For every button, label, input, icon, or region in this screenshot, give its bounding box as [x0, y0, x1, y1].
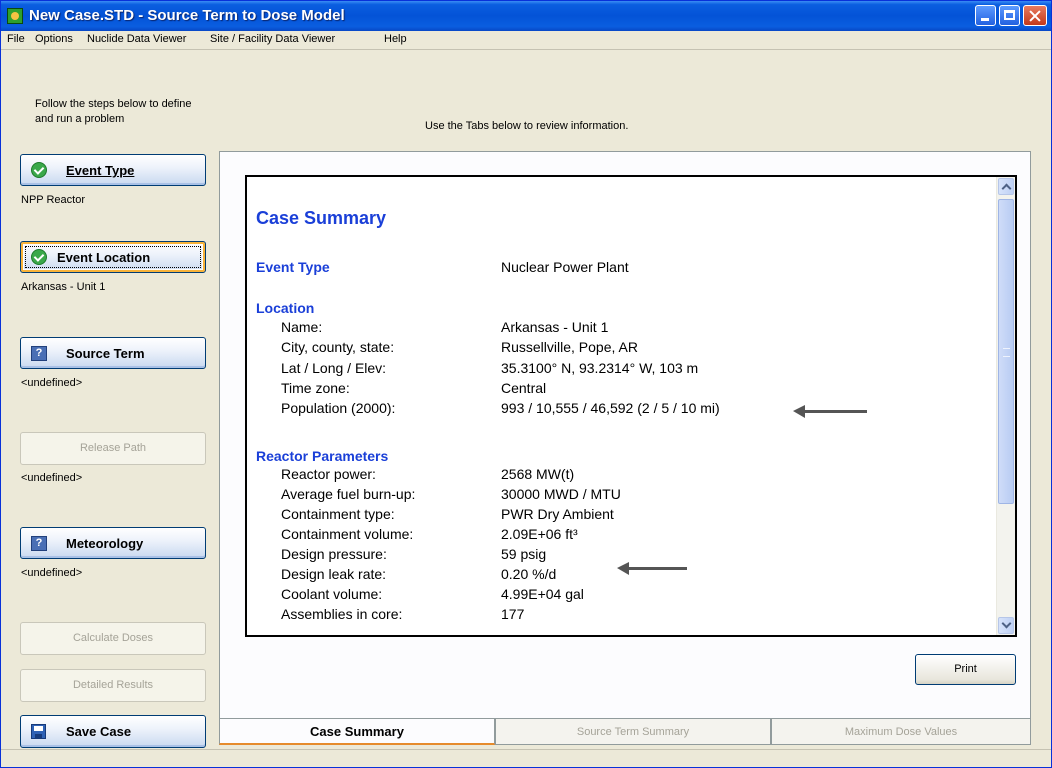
row-label: Name: [281, 319, 323, 335]
row-label: Assemblies in core: [281, 606, 403, 622]
reactor-parameters-heading: Reactor Parameters [256, 448, 389, 464]
menu-bar: File Options Nuclide Data Viewer Site / … [1, 31, 1051, 50]
app-window: New Case.STD - Source Term to Dose Model… [0, 0, 1052, 768]
row-value: PWR Dry Ambient [501, 506, 614, 522]
row-label: City, county, state: [281, 339, 395, 355]
close-button[interactable] [1023, 5, 1047, 26]
row-value: Central [501, 380, 547, 396]
row-value: 2.09E+06 ft³ [501, 526, 578, 542]
tab-source-term-summary[interactable]: Source Term Summary [495, 719, 771, 745]
scroll-up-arrow-icon[interactable] [998, 178, 1014, 195]
row-label: Coolant volume: [281, 586, 383, 602]
detailed-results-button[interactable]: Detailed Results [20, 669, 206, 702]
check-icon [31, 249, 47, 265]
menu-site-facility-data-viewer[interactable]: Site / Facility Data Viewer [210, 33, 335, 45]
source-term-button[interactable]: ? Source Term [20, 337, 206, 369]
event-type-heading: Event Type [256, 259, 330, 275]
question-icon: ? [31, 346, 47, 361]
menu-help[interactable]: Help [384, 33, 407, 45]
event-type-label: Event Type [66, 163, 135, 178]
location-heading: Location [256, 300, 315, 316]
window-title: New Case.STD - Source Term to Dose Model [29, 7, 345, 24]
event-location-value: Arkansas - Unit 1 [21, 281, 106, 293]
question-icon: ? [31, 536, 47, 551]
save-case-button[interactable]: Save Case [20, 715, 206, 748]
steps-instructions: Follow the steps below to define and run… [35, 98, 192, 125]
release-path-button[interactable]: Release Path [20, 432, 206, 465]
event-type-value: NPP Reactor [21, 194, 85, 206]
row-label: Design pressure: [281, 546, 387, 562]
row-value: 177 [501, 606, 525, 622]
row-value: Arkansas - Unit 1 [501, 319, 609, 335]
row-label: Containment volume: [281, 526, 414, 542]
row-label: Average fuel burn-up: [281, 486, 416, 502]
scroll-down-arrow-icon[interactable] [998, 617, 1014, 634]
row-label: Design leak rate: [281, 566, 387, 582]
calculate-doses-button[interactable]: Calculate Doses [20, 622, 206, 655]
doc-title: Case Summary [256, 208, 387, 228]
title-bar[interactable]: New Case.STD - Source Term to Dose Model [1, 1, 1051, 31]
row-value: 35.3100° N, 93.2314° W, 103 m [501, 360, 699, 376]
row-value: Russellville, Pope, AR [501, 339, 638, 355]
menu-file[interactable]: File [7, 33, 25, 45]
source-term-value: <undefined> [21, 377, 83, 389]
event-type-button[interactable]: Event Type [20, 154, 206, 186]
floppy-disk-icon [31, 724, 46, 739]
meteorology-button[interactable]: ? Meteorology [20, 527, 206, 559]
event-location-button[interactable]: Event Location [20, 241, 206, 273]
row-value: 0.20 %/d [501, 566, 557, 582]
row-value: 59 psig [501, 546, 547, 562]
arrow-annotation [617, 562, 687, 575]
case-summary-document[interactable]: Case Summary Event Type Nuclear Power Pl… [245, 175, 1017, 637]
release-path-value: <undefined> [21, 472, 83, 484]
print-button[interactable]: Print [915, 654, 1016, 685]
menu-options[interactable]: Options [35, 33, 73, 45]
row-value: 30000 MWD / MTU [501, 486, 621, 502]
tabs-instructions: Use the Tabs below to review information… [425, 120, 629, 132]
meteorology-label: Meteorology [66, 536, 144, 551]
row-value: 993 / 10,555 / 46,592 (2 / 5 / 10 mi) [501, 400, 720, 416]
status-bar [1, 749, 1051, 767]
event-type-doc-value: Nuclear Power Plant [501, 259, 629, 275]
tab-case-summary[interactable]: Case Summary [219, 719, 495, 745]
app-icon [7, 8, 23, 24]
scrollbar-thumb[interactable] [998, 199, 1014, 504]
vertical-scrollbar[interactable] [996, 177, 1015, 635]
meteorology-value: <undefined> [21, 567, 83, 579]
tab-maximum-dose-values[interactable]: Maximum Dose Values [771, 719, 1031, 745]
maximize-button[interactable] [999, 5, 1020, 26]
row-value: 2568 MW(t) [501, 466, 575, 482]
row-label: Containment type: [281, 506, 395, 522]
minimize-button[interactable] [975, 5, 996, 26]
grip-icon [1003, 348, 1010, 357]
check-icon [31, 162, 47, 178]
row-label: Time zone: [281, 380, 350, 396]
arrow-annotation [793, 405, 867, 418]
row-label: Population (2000): [281, 400, 396, 416]
row-label: Reactor power: [281, 466, 376, 482]
event-location-label: Event Location [57, 250, 151, 265]
menu-nuclide-data-viewer[interactable]: Nuclide Data Viewer [87, 33, 186, 45]
row-value: 4.99E+04 gal [501, 586, 584, 602]
row-label: Lat / Long / Elev: [281, 360, 387, 376]
source-term-label: Source Term [66, 346, 145, 361]
save-case-label: Save Case [66, 724, 132, 739]
